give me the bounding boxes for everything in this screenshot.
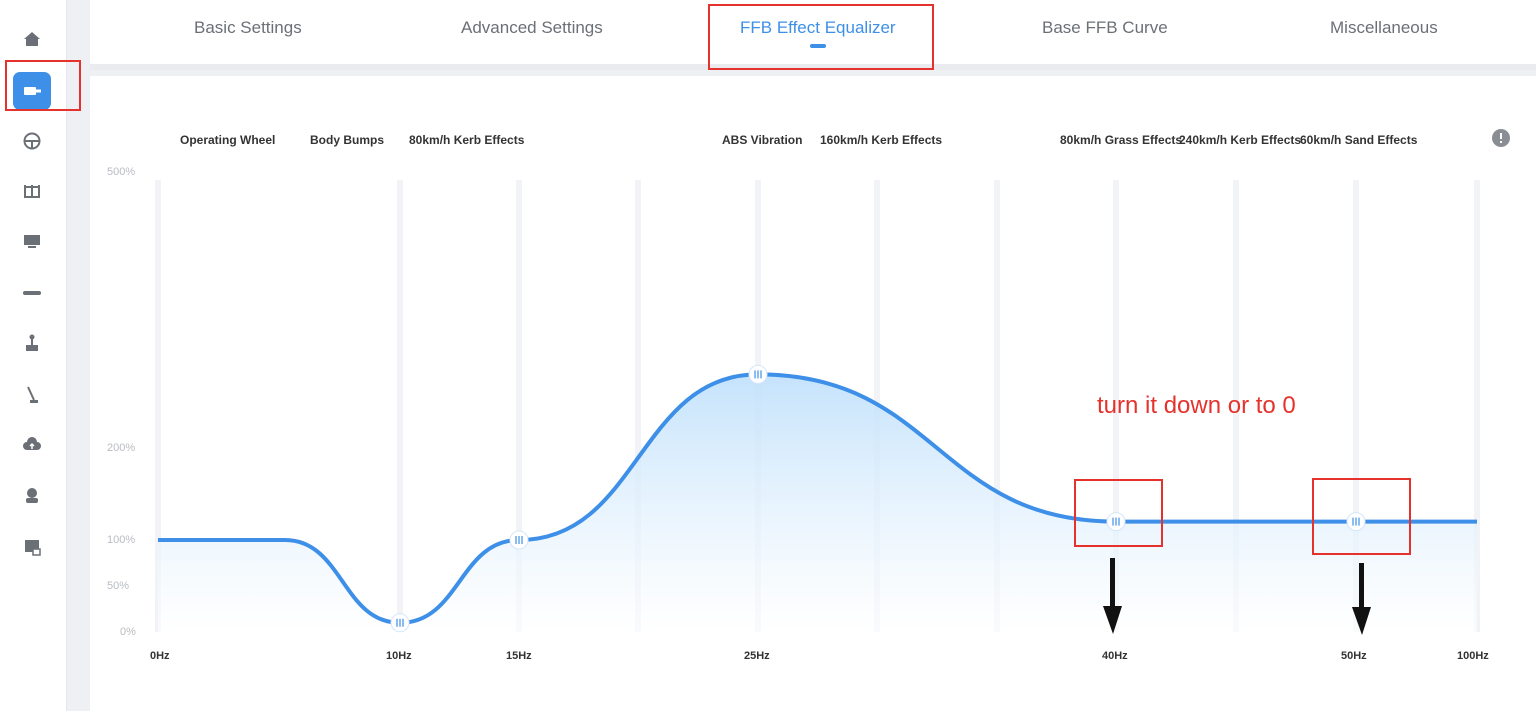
- annotation-text: turn it down or to 0: [1097, 392, 1296, 419]
- curve-handle-25hz[interactable]: [748, 364, 768, 384]
- equalizer-chart: [155, 180, 1480, 635]
- curve-handle-10hz[interactable]: [390, 613, 410, 633]
- curve-handle-15hz[interactable]: [509, 530, 529, 550]
- curve-handle-40hz[interactable]: [1106, 512, 1126, 532]
- curve-handle-50hz[interactable]: [1346, 512, 1366, 532]
